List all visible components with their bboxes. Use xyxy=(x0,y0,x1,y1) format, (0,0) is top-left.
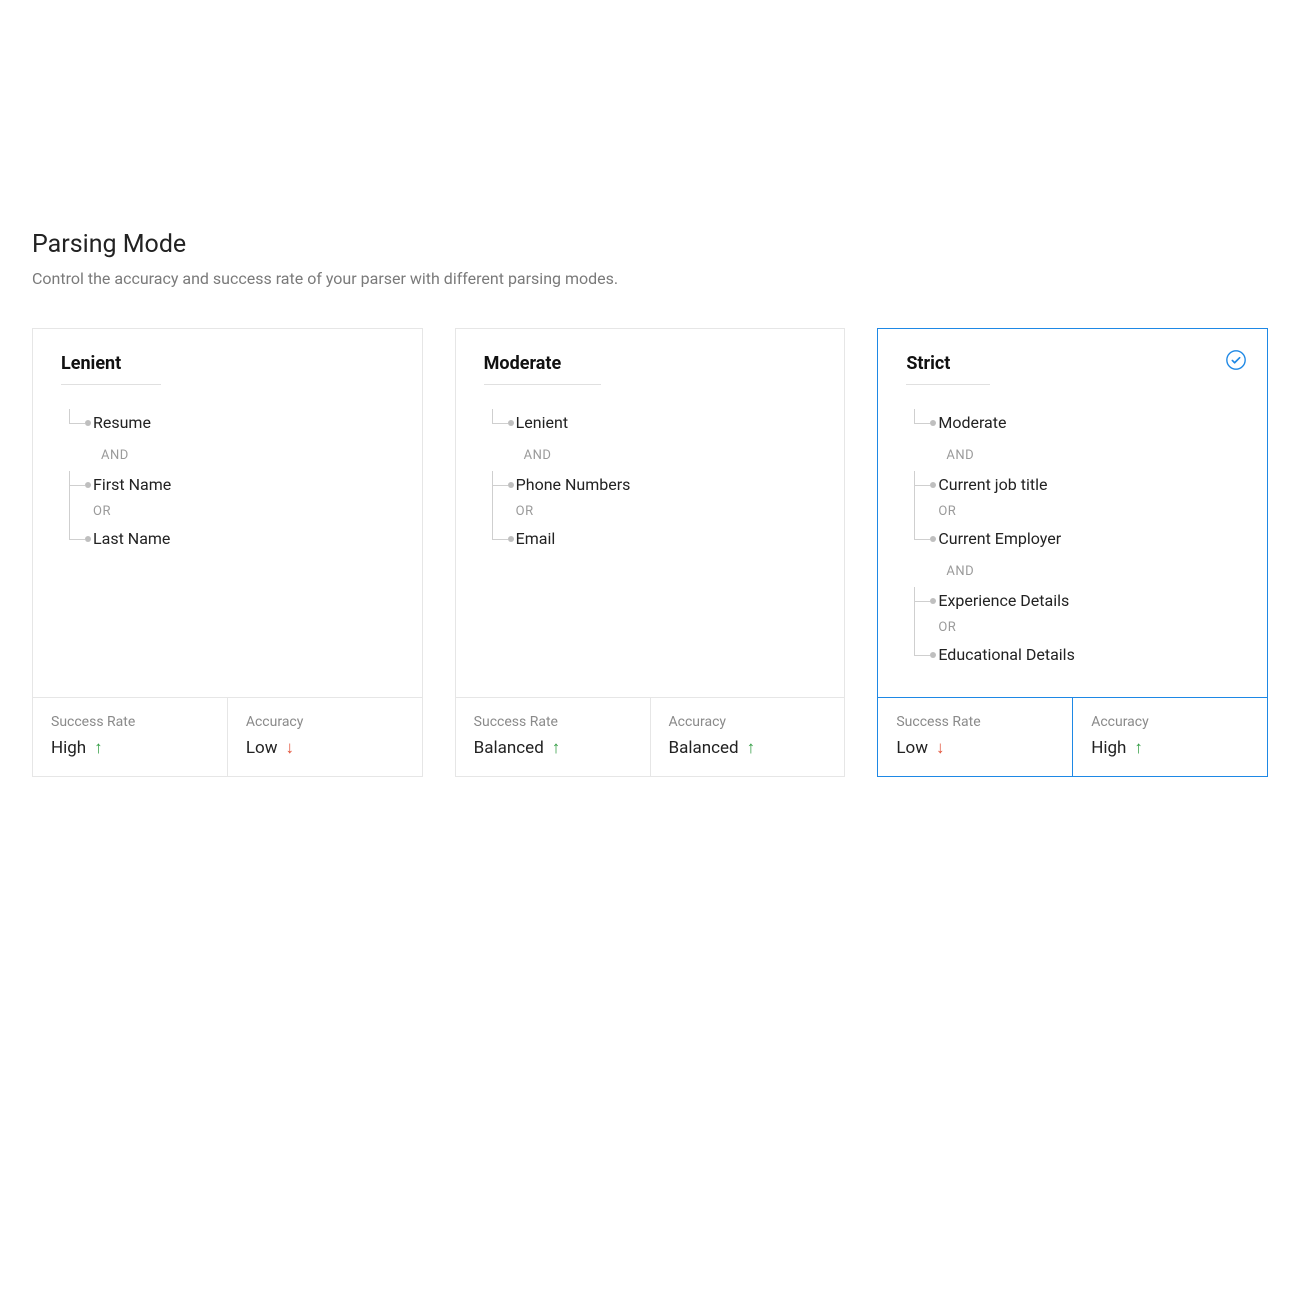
metric-value: Low ↓ xyxy=(896,738,1054,758)
operator-and: AND xyxy=(61,441,394,471)
arrow-down-icon: ↓ xyxy=(936,738,945,758)
criteria-item: First Name xyxy=(93,471,394,499)
criteria-group: Moderate xyxy=(906,409,1239,437)
operator-or: OR xyxy=(516,499,817,525)
arrow-down-icon: ↓ xyxy=(285,738,294,758)
criteria-item: Current job title xyxy=(938,471,1239,499)
card-footer: Success Rate Low ↓ Accuracy High ↑ xyxy=(878,697,1267,776)
section-title: Parsing Mode xyxy=(32,230,1268,259)
operator-and: AND xyxy=(484,441,817,471)
section-description: Control the accuracy and success rate of… xyxy=(32,269,1268,288)
arrow-up-icon: ↑ xyxy=(1134,738,1143,758)
criteria-group: Lenient xyxy=(484,409,817,437)
operator-or: OR xyxy=(93,499,394,525)
metric-label: Accuracy xyxy=(246,714,404,730)
criteria-group: Resume xyxy=(61,409,394,437)
criteria-group: Current job titleORCurrent Employer xyxy=(906,471,1239,553)
card-footer: Success Rate Balanced ↑ Accuracy Balanced ↑ xyxy=(456,697,845,776)
criteria-item: Moderate xyxy=(938,409,1239,437)
criteria-item: Experience Details xyxy=(938,587,1239,615)
criteria-item: Resume xyxy=(93,409,394,437)
metric-text: High xyxy=(51,738,86,758)
card-title: Moderate xyxy=(484,353,602,385)
criteria-item: Current Employer xyxy=(938,525,1239,553)
metric-label: Success Rate xyxy=(474,714,632,730)
metric-value: Balanced ↑ xyxy=(669,738,827,758)
card-title: Strict xyxy=(906,353,990,385)
arrow-up-icon: ↑ xyxy=(94,738,103,758)
operator-or: OR xyxy=(938,499,1239,525)
card-footer: Success Rate High ↑ Accuracy Low ↓ xyxy=(33,697,422,776)
metric-text: Balanced xyxy=(669,738,739,758)
operator-and: AND xyxy=(906,557,1239,587)
accuracy-cell: Accuracy Low ↓ xyxy=(227,698,422,776)
mode-card-lenient[interactable]: Lenient Resume ANDFirst NameORLast Name Suc… xyxy=(32,328,423,777)
criteria-group: First NameORLast Name xyxy=(61,471,394,553)
operator-and: AND xyxy=(906,441,1239,471)
criteria-item: Last Name xyxy=(93,525,394,553)
card-title: Lenient xyxy=(61,353,161,385)
accuracy-cell: Accuracy High ↑ xyxy=(1072,698,1267,776)
criteria-item: Phone Numbers xyxy=(516,471,817,499)
criteria-group: Experience DetailsOREducational Details xyxy=(906,587,1239,669)
metric-label: Success Rate xyxy=(896,714,1054,730)
criteria-tree: Resume ANDFirst NameORLast Name xyxy=(33,385,422,697)
check-circle-icon xyxy=(1225,349,1247,371)
criteria-item: Email xyxy=(516,525,817,553)
criteria-item: Educational Details xyxy=(938,641,1239,669)
metric-text: Low xyxy=(896,738,928,758)
arrow-up-icon: ↑ xyxy=(552,738,561,758)
criteria-tree: Lenient ANDPhone NumbersOREmail xyxy=(456,385,845,697)
criteria-group: Phone NumbersOREmail xyxy=(484,471,817,553)
success-cell: Success Rate High ↑ xyxy=(33,698,227,776)
mode-cards: LenientResumeANDFirst NameORLast NameSuc… xyxy=(32,328,1268,777)
metric-label: Accuracy xyxy=(1091,714,1249,730)
metric-value: High ↑ xyxy=(51,738,209,758)
criteria-tree: ModerateANDCurrent job titleORCurrent Em… xyxy=(878,385,1267,697)
arrow-up-icon: ↑ xyxy=(747,738,756,758)
metric-value: Balanced ↑ xyxy=(474,738,632,758)
success-cell: Success Rate Low ↓ xyxy=(878,698,1072,776)
metric-label: Success Rate xyxy=(51,714,209,730)
operator-or: OR xyxy=(938,615,1239,641)
criteria-item: Lenient xyxy=(516,409,817,437)
metric-text: High xyxy=(1091,738,1126,758)
metric-text: Low xyxy=(246,738,278,758)
mode-card-strict[interactable]: StrictModerateANDCurrent job titleORCurr… xyxy=(877,328,1268,777)
metric-text: Balanced xyxy=(474,738,544,758)
success-cell: Success Rate Balanced ↑ xyxy=(456,698,650,776)
metric-value: High ↑ xyxy=(1091,738,1249,758)
accuracy-cell: Accuracy Balanced ↑ xyxy=(650,698,845,776)
metric-label: Accuracy xyxy=(669,714,827,730)
metric-value: Low ↓ xyxy=(246,738,404,758)
mode-card-moderate[interactable]: Moderate Lenient ANDPhone NumbersOREmail Su… xyxy=(455,328,846,777)
